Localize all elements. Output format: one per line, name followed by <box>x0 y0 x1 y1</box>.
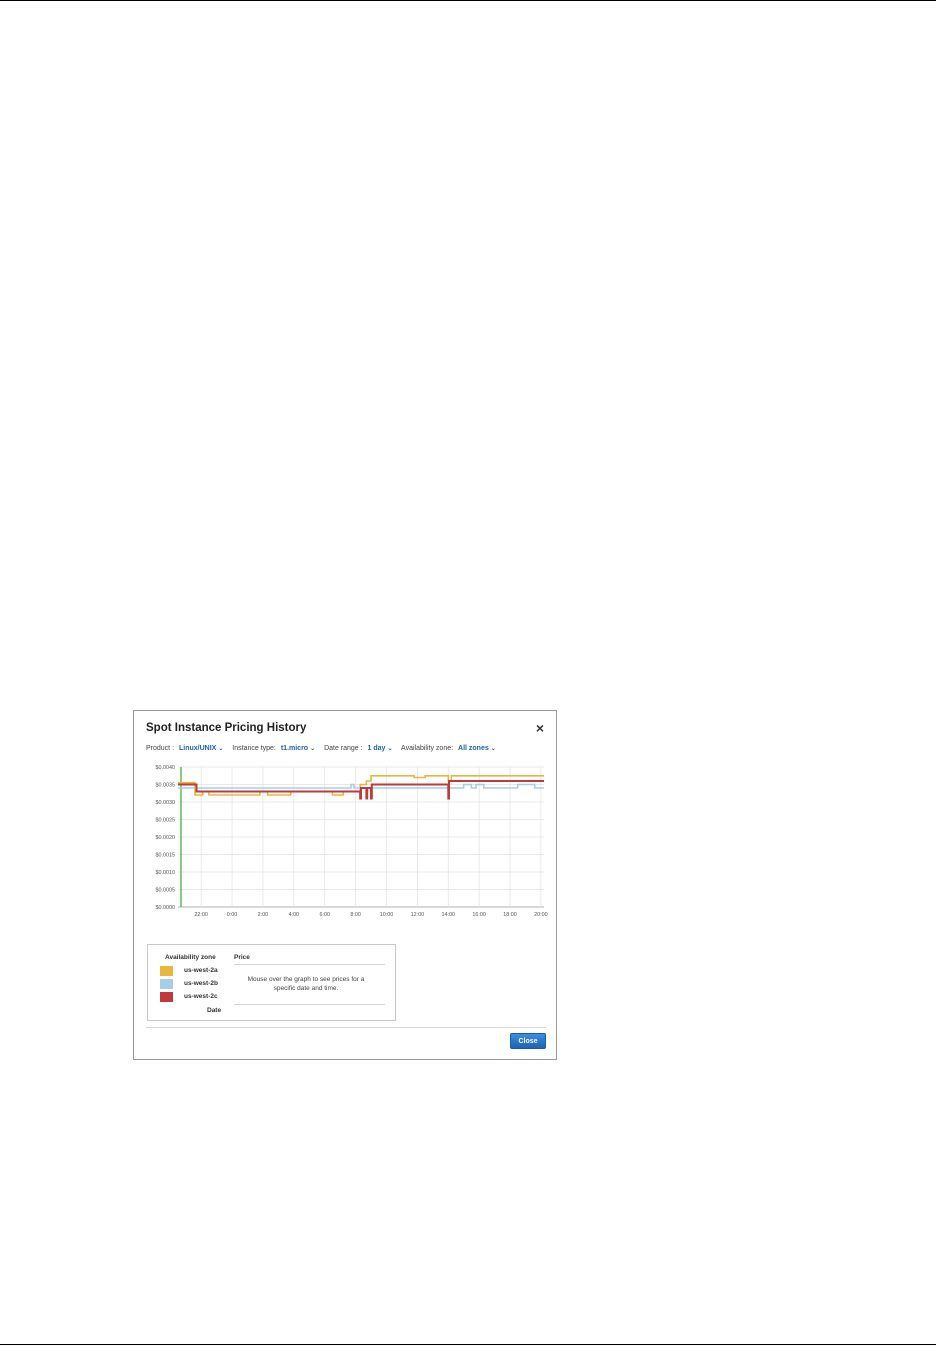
x-tick-label: 10:00 <box>380 912 394 918</box>
legend-price-header: Price <box>234 954 250 961</box>
legend-item: us-west-2c <box>160 992 230 1003</box>
legend-swatch <box>160 992 173 1002</box>
instance-type-dropdown[interactable]: t1.micro ⌄ <box>281 745 315 752</box>
legend-item-name: us-west-2c <box>184 993 218 1000</box>
x-tick-label: 8:00 <box>350 912 361 918</box>
y-tick-label: $0.0035 <box>156 783 176 789</box>
legend-item: us-west-2a <box>160 966 230 977</box>
instance-type-value: t1.micro <box>280 745 309 752</box>
x-tick-label: 2:00 <box>258 912 269 918</box>
chevron-down-icon: ⌄ <box>218 746 224 752</box>
legend-item-name: us-west-2b <box>184 980 218 987</box>
filter-bar: Product : Linux/UNIX ⌄ Instance type: t1.… <box>146 745 503 752</box>
y-tick-label: $0.0030 <box>156 800 176 806</box>
y-tick-label: $0.0040 <box>156 765 176 771</box>
instance-type-label: Instance type: <box>232 745 276 752</box>
product-value: Linux/UNIX <box>178 745 217 752</box>
close-button[interactable]: Close <box>510 1033 546 1049</box>
pricing-history-dialog: Spot Instance Pricing History × Product … <box>133 710 557 1060</box>
legend-item: us-west-2b <box>160 979 230 990</box>
y-tick-label: $0.0010 <box>156 870 176 876</box>
y-tick-label: $0.0000 <box>156 905 176 911</box>
x-tick-label: 6:00 <box>319 912 330 918</box>
dialog-title: Spot Instance Pricing History <box>146 722 307 734</box>
product-dropdown[interactable]: Linux/UNIX ⌄ <box>179 745 223 752</box>
x-tick-label: 18:00 <box>503 912 517 918</box>
y-tick-label: $0.0005 <box>156 888 176 894</box>
x-tick-label: 12:00 <box>411 912 425 918</box>
date-range-dropdown[interactable]: 1 day ⌄ <box>368 745 393 752</box>
availability-zone-dropdown[interactable]: All zones ⌄ <box>458 745 496 752</box>
legend-zone-header: Availability zone <box>165 954 216 961</box>
chevron-down-icon: ⌄ <box>310 746 316 752</box>
legend-swatch <box>160 966 173 976</box>
product-label: Product : <box>146 745 175 752</box>
x-tick-label: 4:00 <box>289 912 300 918</box>
close-icon[interactable]: × <box>536 720 544 736</box>
series-line-us-west-2c <box>178 780 544 800</box>
chevron-down-icon: ⌄ <box>387 746 393 752</box>
chevron-down-icon: ⌄ <box>490 746 496 752</box>
legend-item-name: us-west-2a <box>184 967 218 974</box>
y-tick-label: $0.0020 <box>156 835 176 841</box>
legend-swatch <box>160 979 173 989</box>
page-top-rule <box>0 0 936 1</box>
y-tick-label: $0.0025 <box>156 818 176 824</box>
footer-divider <box>146 1027 546 1028</box>
x-tick-label: 14:00 <box>442 912 456 918</box>
pricing-chart[interactable]: $0.0000 $0.0005 $0.0010 $0.0015 $0.0020 $0.00… <box>134 761 558 931</box>
date-range-label: Date range : <box>324 745 363 752</box>
date-range-value: 1 day <box>367 745 386 752</box>
x-tick-label: 16:00 <box>472 912 486 918</box>
page-bottom-rule <box>0 1344 936 1345</box>
x-tick-label: 0:00 <box>227 912 238 918</box>
legend-date-label: Date <box>207 1007 222 1014</box>
legend-panel: Availability zone Price us-west-2a us-we… <box>147 944 396 1021</box>
legend-hint-text: Mouse over the graph to see prices for a… <box>247 976 365 992</box>
availability-zone-value: All zones <box>458 745 489 752</box>
y-tick-label: $0.0015 <box>156 853 176 859</box>
x-tick-label: 22:00 <box>194 912 208 918</box>
legend-footer-divider <box>234 1004 385 1005</box>
legend-header-divider <box>234 964 385 965</box>
x-tick-label: 20:00 <box>534 912 548 918</box>
availability-zone-label: Availability zone: <box>401 745 454 752</box>
